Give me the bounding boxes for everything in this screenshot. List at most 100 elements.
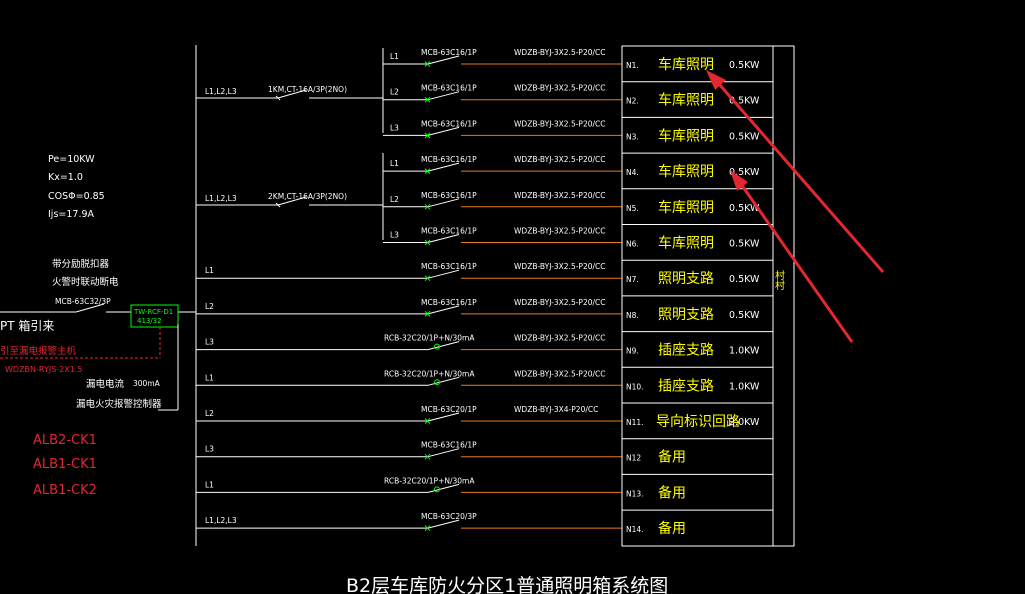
red-label-2: ALB1-CK1 [33, 457, 97, 472]
circuit-row: L3 MCB-63C16/1P WDZB-BYJ-3X2.5-P20/CC N3. 车库… [383, 119, 760, 144]
circuit-row: L3 MCB-63C16/1P WDZB-BYJ-3X2.5-P20/CC N6. 车库… [383, 227, 760, 252]
leak-current-label: 漏电电流 [86, 378, 125, 390]
circuit-phase: L1 [390, 159, 399, 168]
circuit-phase: L3 [390, 123, 399, 132]
circuit-name: 车库照明 [658, 127, 714, 144]
circuit-row: L2 MCB-63C16/1P WDZB-BYJ-3X2.5-P20/CC N5. 车库… [383, 191, 760, 216]
contactor-2-phases: L1,L2,L3 [205, 194, 237, 203]
breaker-label: RCB-32C20/1P+N/30mA [384, 476, 475, 485]
red-label-1: ALB2-CK1 [33, 433, 97, 448]
param-cos: COSΦ=0.85 [48, 191, 105, 202]
table-row-lines [622, 81, 773, 511]
breaker-label: MCB-63C16/1P [421, 262, 477, 271]
load-parameters: Pe=10KW Kx=1.0 COSΦ=0.85 Ijs=17.9A [48, 154, 105, 220]
circuit-number: N13. [626, 489, 644, 498]
breaker-switch [427, 198, 460, 208]
breaker-label: MCB-63C16/1P [421, 191, 477, 200]
source-label: PT 箱引来 [0, 318, 54, 333]
circuit-phase: L1 [390, 52, 399, 61]
side-label: 村村 [773, 269, 785, 290]
param-ijs: Ijs=17.9A [48, 209, 95, 220]
leak-current-value: 300mA [133, 379, 161, 388]
circuit-row: L2 MCB-63C16/1P WDZB-BYJ-3X2.5-P20/CC N2. 车库… [383, 84, 760, 109]
circuit-phase: L2 [205, 302, 214, 311]
circuit-power: 0.5KW [729, 60, 760, 71]
circuit-name: 照明支路 [658, 307, 714, 323]
breaker-switch [427, 341, 460, 351]
circuit-row: L1 MCB-63C16/1P WDZB-BYJ-3X2.5-P20/CC N1. 车库… [383, 48, 760, 73]
device-box-line-1: TW-RCF-D1 [133, 308, 173, 316]
circuit-row: L2 MCB-63C16/1P WDZB-BYJ-3X2.5-P20/CC N8. 照明… [196, 298, 760, 323]
circuit-number: N9. [626, 347, 639, 356]
circuit-name: 车库照明 [658, 235, 714, 252]
breaker-label: MCB-63C20/1P [421, 405, 477, 414]
circuit-name: 备用 [658, 520, 686, 537]
circuit-power: 1.0KW [729, 346, 760, 357]
circuit-number: N10. [626, 382, 644, 391]
breaker-label: MCB-63C16/1P [421, 227, 477, 236]
circuit-row: L3 MCB-63C16/1P N12 备用 [196, 441, 686, 466]
circuit-power: 2.0KW [729, 417, 760, 428]
breaker-label: RCB-32C20/1P+N/30mA [384, 334, 475, 343]
circuit-phase: L1 [205, 373, 214, 382]
circuit-number: N12 [626, 454, 641, 463]
cable-label: WDZB-BYJ-3X2.5-P20/CC [514, 48, 606, 57]
circuit-row: L1 MCB-63C16/1P WDZB-BYJ-3X2.5-P20/CC N7. 照明… [196, 262, 760, 287]
contactor-2-label: 2KM,CT-16A/3P(2NO) [268, 192, 347, 201]
cable-label: WDZB-BYJ-3X2.5-P20/CC [514, 369, 606, 378]
breaker-label: RCB-32C20/1P+N/30mA [384, 369, 475, 378]
breaker-label: MCB-63C20/3P [421, 512, 477, 521]
circuit-name: 车库照明 [658, 199, 714, 216]
cable-label: WDZB-BYJ-3X4-P20/CC [514, 405, 598, 414]
breaker-switch [427, 412, 460, 422]
cable-label: WDZB-BYJ-3X2.5-P20/CC [514, 298, 606, 307]
cable-label: WDZB-BYJ-3X2.5-P20/CC [514, 84, 606, 93]
breaker-switch [427, 376, 460, 386]
circuit-power: 0.5KW [729, 274, 760, 285]
fire-note-2: 火警时联动断电 [52, 276, 119, 288]
cable-label: WDZB-BYJ-3X2.5-P20/CC [514, 119, 606, 128]
system-diagram: L1,L2,L3 1KM,CT-16A/3P(2NO) L1,L2,L3 2KM… [0, 45, 885, 594]
circuit-phase: L1 [205, 480, 214, 489]
leak-note: 引至漏电报警主机 [0, 345, 77, 357]
circuit-name: 插座支路 [658, 343, 714, 359]
circuit-power: 0.5KW [729, 131, 760, 142]
circuit-phase: L3 [390, 231, 399, 240]
circuit-row: L2 MCB-63C20/1P WDZB-BYJ-3X4-P20/CC N11. 导向标… [196, 405, 760, 430]
circuit-power: 0.5KW [729, 310, 760, 321]
circuit-number: N6. [626, 240, 639, 249]
contactor-1-phases: L1,L2,L3 [205, 87, 237, 96]
circuit-row: L1 MCB-63C16/1P WDZB-BYJ-3X2.5-P20/CC N4. 车库… [383, 155, 760, 180]
breaker-switch [427, 162, 460, 172]
leak-cable: WDZBN-RYJS-2X1.5 [5, 365, 82, 374]
circuit-row: L3 RCB-32C20/1P+N/30mA WDZB-BYJ-3X2.5-P20/… [196, 334, 760, 359]
cable-label: WDZB-BYJ-3X2.5-P20/CC [514, 155, 606, 164]
breaker-switch [427, 55, 460, 65]
circuit-number: N11. [626, 418, 644, 427]
circuit-name: 照明支路 [658, 271, 714, 287]
breaker-label: MCB-63C16/1P [421, 298, 477, 307]
circuit-phase: L1 [205, 266, 214, 275]
circuit-name: 导向标识回路 [656, 414, 740, 430]
circuit-number: N5. [626, 204, 639, 213]
contactor-1-label: 1KM,CT-16A/3P(2NO) [268, 85, 347, 94]
cable-label: WDZB-BYJ-3X2.5-P20/CC [514, 227, 606, 236]
breaker-label: MCB-63C16/1P [421, 84, 477, 93]
breaker-switch [427, 126, 460, 136]
contactor-1: L1,L2,L3 1KM,CT-16A/3P(2NO) [196, 85, 383, 101]
circuit-power: 0.5KW [729, 239, 760, 250]
param-kx: Kx=1.0 [48, 172, 83, 183]
breaker-switch [427, 448, 460, 458]
diagram-title: B2层车库防火分区1普通照明箱系统图 [346, 575, 668, 594]
red-label-3: ALB1-CK2 [33, 483, 97, 498]
contactor-2: L1,L2,L3 2KM,CT-16A/3P(2NO) [196, 192, 383, 208]
circuit-phase: L2 [390, 195, 399, 204]
breaker-label: MCB-63C16/1P [421, 48, 477, 57]
circuit-phase: L3 [205, 338, 214, 347]
device-box-line-2: 413/32 [137, 317, 162, 325]
leak-device: 漏电火灾报警控制器 [76, 398, 162, 410]
breaker-switch [427, 305, 460, 315]
circuit-phase: L2 [205, 409, 214, 418]
breaker-label: MCB-63C16/1P [421, 441, 477, 450]
circuit-phase: L1,L2,L3 [205, 516, 237, 525]
